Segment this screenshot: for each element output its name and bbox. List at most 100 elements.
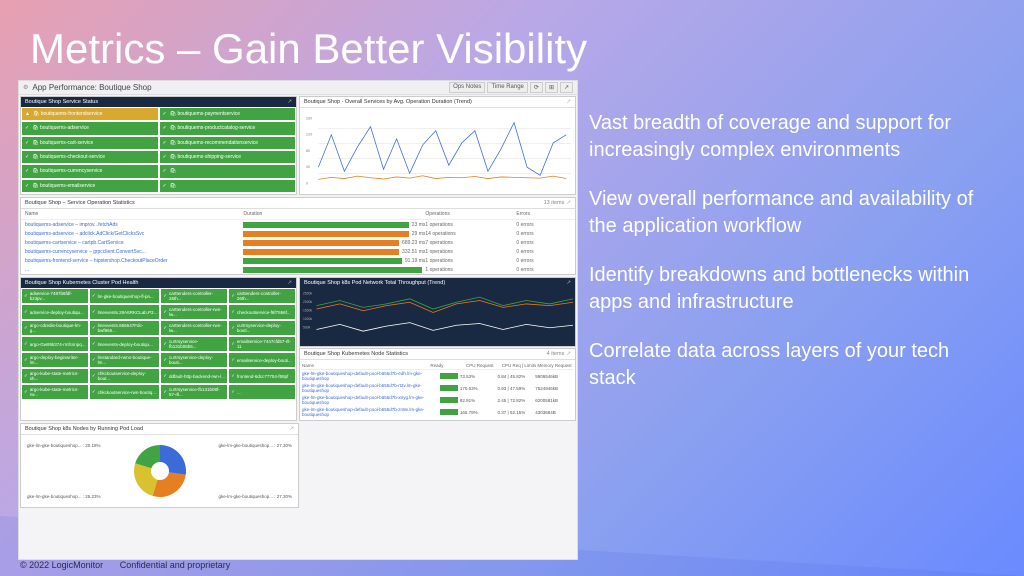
expand-icon[interactable]: ↗ [287,99,292,105]
service-status-cell[interactable]: ✓ 🛍 boutiquems-currencyservice [21,164,159,178]
pod-health-cell[interactable]: ✓carttenders-controller-rwn-lw... [160,320,228,336]
pod-health-cell[interactable]: ✓adservice-7487b6fdf-bz3pv... [21,288,89,304]
pod-health-cell[interactable]: ✓carttenders-controller-26th... [160,288,228,304]
panel-title: Boutique Shop – Service Operation Statis… [25,200,544,206]
panel-title: Boutique Shop - Overall Services by Avg.… [304,99,564,105]
pod-health-cell[interactable]: ✓chkckoutservice-rwn-boutiq... [89,384,160,400]
pod-health-cell[interactable]: ✓argo-kube-state-metrics-rw... [21,384,89,400]
check-icon: ✓ [24,389,28,395]
pod-health-cell[interactable]: ✓lm-gke-boutiqueshop-fl-pn... [89,288,160,304]
service-status-cell[interactable]: ✓ 🛍 boutiquems-shipping-service [159,150,297,164]
pod-health-cell[interactable]: ✓frontend-6dcc77754-f58pf [228,368,296,384]
pod-health-cell[interactable]: ✓curtrsyservice-deploy-bouti... [228,320,296,336]
service-status-cell[interactable]: ✓ 🛍 boutiquems-checkout-service [21,150,159,164]
pod-health-cell[interactable]: ✓curtrsyservice-fb131b08f-57-rll... [160,384,228,400]
panel-title: Boutique Shop k8s Nodes by Running Pod L… [25,426,287,432]
pod-health-cell[interactable]: ✓lmevvents-deploy-boutiqu... [89,336,160,352]
expand-icon[interactable]: ↗ [566,99,571,105]
check-icon: ✓ [92,309,96,315]
pod-health-cell[interactable]: ✓argo-cdredis-boutique-lm-g... [21,320,89,336]
service-status-cell[interactable]: ✓ 🛍 boutiquems-adservice [21,121,159,135]
ready-badge [440,397,458,403]
table-row[interactable]: boutiquems-adservice – adclick.AdClick/G… [21,229,575,238]
pie-label: gke-lm-gke-boutiqueshop... : 25.23% [27,494,101,499]
check-icon: ✓ [163,140,167,146]
dashboard-screenshot: ⚙ App Performance: Boutique Shop Ops Not… [18,80,578,560]
pie-label: gke-lm-gke-boutiqueshop... : 27.30% [218,443,292,448]
check-icon: ✓ [92,293,96,299]
gear-icon[interactable]: ⚙ [23,84,28,91]
expand-icon[interactable]: ↗ [566,280,571,286]
check-icon: ✓ [163,111,167,117]
pie-chart: gke-lm-gke-boutiqueshop... : 27.30% gke-… [21,435,298,507]
pod-health-cell[interactable]: ✓emailservice-7447cfd57-rll-11 [228,336,296,352]
svg-text:0: 0 [306,181,308,185]
check-icon: ✓ [163,309,167,315]
pod-health-cell[interactable]: ✓curtrsyservice-fb131b08b5... [160,336,228,352]
pod-health-cell[interactable]: ✓argo-deploy-beginwriter-lm... [21,352,89,368]
dashboard-title: App Performance: Boutique Shop [32,83,449,92]
check-icon: ✓ [24,309,28,315]
service-status-cell[interactable]: ✓ 🛍 boutiquems-cart-service [21,136,159,150]
table-row[interactable]: ...1 operations0 errors [21,265,575,274]
pod-health-cell[interactable]: ✓argo-Gw95k374-rmfcsnpq... [21,336,89,352]
check-icon: ✓ [92,373,96,379]
ready-badge [440,385,458,391]
pod-health-cell[interactable]: ✓checkoutservice-f6f7556f... [228,304,296,320]
check-icon: ✓ [24,293,28,299]
pod-health-cell[interactable]: ✓emailservice-deploy-bouti... [228,352,296,368]
service-status-cell[interactable]: ✓ 🛍 boutiquems-recommendationservice [159,136,297,150]
service-status-cell[interactable]: ▲ 🛍 boutiquems-frontendservice [21,107,159,121]
table-row[interactable]: gke-lm-gke-boutiqueshop-default-pool-b65… [302,370,573,382]
service-status-cell[interactable]: ✓ 🛍 [159,179,297,193]
time-range-button[interactable]: Time Range [487,82,527,93]
service-status-cell[interactable]: ✓ 🛍 boutiquems-emailservice [21,179,159,193]
table-row[interactable]: boutiquems-adservice – improv...fetchAds… [21,220,575,229]
bullet-list: Vast breadth of coverage and support for… [569,110,999,414]
check-icon: ✓ [231,341,235,347]
check-icon: ✓ [25,125,29,131]
pod-health-cell[interactable]: ✓argo-kube-state-metrics-sh... [21,368,89,384]
check-icon: ✓ [163,168,167,174]
pod-health-cell[interactable]: ✓curtrsyservice-deploy-bouti... [160,352,228,368]
pin-icon[interactable]: ⊞ [545,82,558,93]
table-row[interactable]: gke-lm-gke-boutiqueshop-default-pool-b65… [302,394,573,406]
service-status-cell[interactable]: ✓ 🛍 [159,164,297,178]
pod-health-cell[interactable]: ✓chkckoutservice-deploy-bout... [89,368,160,384]
pod-health-cell[interactable]: ✓... [228,384,296,400]
pod-health-cell[interactable]: ✓carttenders-controller-26th... [228,288,296,304]
table-row[interactable]: boutiquems-cartservice – cartpb.CartServ… [21,238,575,247]
expand-icon[interactable]: ↗ [566,351,571,357]
expand-icon[interactable]: ↗ [566,200,571,206]
service-status-cell[interactable]: ✓ 🛍 boutiquems-productcatalog-service [159,121,297,135]
panel-title: Boutique Shop Service Status [25,99,285,105]
refresh-icon[interactable]: ⟳ [530,82,543,93]
check-icon: ✓ [163,293,167,299]
pod-health-cell[interactable]: ✓lmevvents.28A6RKCLab.P3... [89,304,160,320]
pod-health-cell[interactable]: ✓lmevvents.665647Fdc-bwf965... [89,320,160,336]
check-icon: ✓ [163,325,167,331]
panel-node-statistics: Boutique Shop Kubernetes Node Statistics… [299,348,576,421]
confidential-label: Confidential and proprietary [120,560,231,570]
expand-icon[interactable]: ↗ [289,426,294,432]
pod-health-cell[interactable]: ✓lmstandard-rwnn-boutique-lm... [89,352,160,368]
check-icon: ✓ [24,373,28,379]
ops-notes-button[interactable]: Ops Notes [449,82,485,93]
table-row[interactable]: gke-lm-gke-boutiqueshop-default-pool-b65… [302,406,573,418]
table-row[interactable]: boutiquems-frontend-service – hipstersho… [21,256,575,265]
svg-text:2500k: 2500k [303,292,313,296]
service-status-cell[interactable]: ✓ 🛍 boutiquems-paymentservice [159,107,297,121]
check-icon: ✓ [92,341,96,347]
expand-icon[interactable]: ↗ [287,280,292,286]
pod-health-cell[interactable]: ✓carttenders-controller-rwn-lw... [160,304,228,320]
pod-health-cell[interactable]: ✓adservice-deploy-boutiqu... [21,304,89,320]
table-row[interactable]: gke-lm-gke-boutiqueshop-default-pool-b65… [302,382,573,394]
expand-icon[interactable]: ↗ [560,82,573,93]
svg-text:1000k: 1000k [303,317,313,321]
table-header: Name Duration Operations Errors [21,209,575,220]
panel-throughput: Boutique Shop k8s Pod Network Total Thro… [299,277,576,347]
pod-health-cell[interactable]: ✓ddfault-http-backend-rwn-l... [160,368,228,384]
table-row[interactable]: boutiquems-currencyservice – grpcclient.… [21,247,575,256]
check-icon: ✓ [25,154,29,160]
item-count: 13 items [544,200,565,206]
